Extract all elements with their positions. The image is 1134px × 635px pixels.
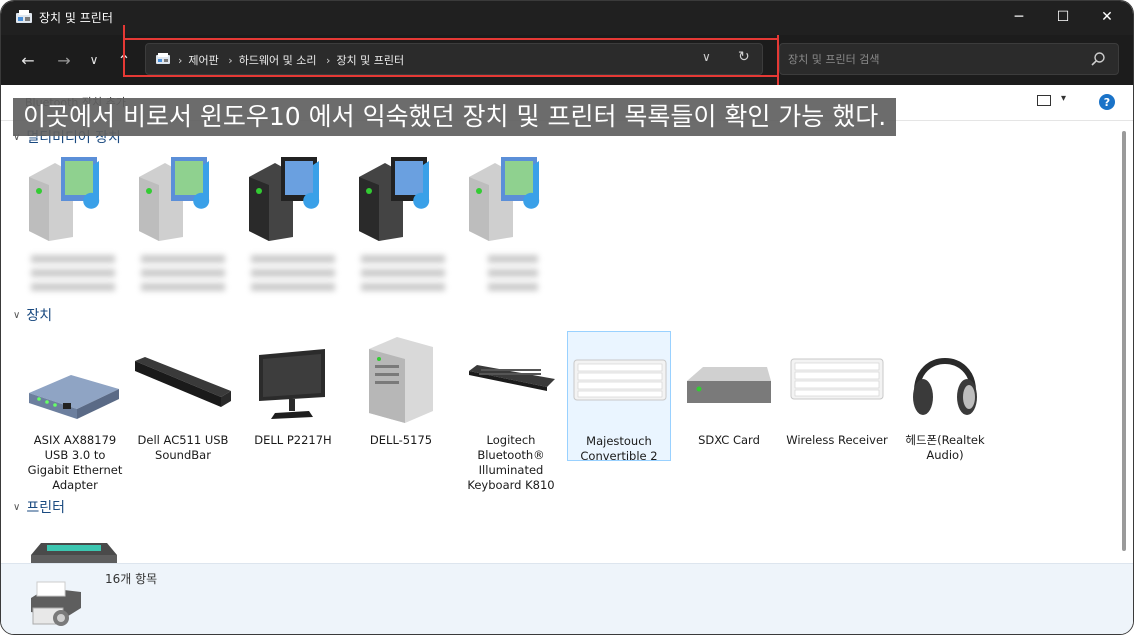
device-dell-5175[interactable]: DELL-5175 (349, 331, 453, 448)
back-button[interactable]: ← (17, 49, 39, 71)
forward-button[interactable]: → (53, 49, 75, 71)
breadcrumb-separator: › (228, 54, 233, 67)
device-asix-adapter[interactable]: ASIX AX88179 USB 3.0 to Gigabit Ethernet… (23, 331, 127, 493)
multimedia-device[interactable] (241, 155, 345, 295)
device-sdxc-card[interactable]: SDXC Card (677, 331, 781, 448)
device-list: ∨ 멀티미디어 장치 ∨ 장치 ASIX AX88179 USB 3.0 to … (1, 121, 1114, 563)
keyboard-icon (573, 359, 667, 401)
scrollbar-thumb[interactable] (1122, 131, 1126, 551)
group-header-printers[interactable]: ∨ 프린터 (13, 497, 65, 517)
search-box[interactable] (779, 43, 1119, 75)
view-options-icon[interactable] (1037, 95, 1051, 106)
media-server-icon (249, 157, 320, 241)
printer-icon (31, 543, 117, 563)
network-adapter-icon (29, 375, 119, 419)
device-majestouch-keyboard[interactable]: Majestouch Convertible 2 (567, 331, 671, 463)
multimedia-device[interactable] (351, 155, 455, 295)
device-label: Dell AC511 USB SoundBar (137, 433, 229, 462)
device-label: Logitech Bluetooth® Illuminated Keyboard… (467, 433, 555, 492)
multimedia-device[interactable] (21, 155, 125, 295)
breadcrumb-devices-printers[interactable]: 장치 및 프린터 (336, 54, 404, 67)
breadcrumb-hardware-sound[interactable]: 하드웨어 및 소리 (239, 54, 317, 67)
headphones-icon (913, 358, 977, 415)
close-button[interactable]: ✕ (1085, 1, 1129, 33)
search-icon[interactable] (1090, 51, 1106, 67)
help-button[interactable]: ? (1099, 94, 1115, 110)
view-dropdown-icon[interactable]: ▾ (1061, 93, 1066, 104)
device-label: SDXC Card (698, 433, 760, 447)
device-label: ASIX AX88179 USB 3.0 to Gigabit Ethernet… (27, 433, 123, 492)
device-headphones[interactable]: 헤드폰(Realtek Audio) (893, 331, 997, 463)
navigation-bar: ← → ∨ ↑ ›제어판 ›하드웨어 및 소리 ›장치 및 프린터 ∨ ↻ (1, 35, 1133, 85)
device-label: Majestouch Convertible 2 (580, 434, 658, 463)
chevron-down-icon: ∨ (13, 501, 21, 513)
multimedia-device[interactable] (461, 155, 565, 295)
soundbar-icon (135, 357, 231, 407)
refresh-icon[interactable]: ↻ (738, 49, 750, 65)
annotation-caption: 이곳에서 비로서 윈도우10 에서 익숙했던 장치 및 프린터 목록들이 확인 … (13, 98, 897, 136)
multimedia-device[interactable] (131, 155, 235, 295)
keyboard-icon (469, 365, 555, 391)
breadcrumb-control-panel[interactable]: 제어판 (188, 54, 218, 67)
breadcrumb: › 제어판 › 하드웨어 및 소리 › 장치 및 프린터 (178, 52, 410, 68)
item-count: 16개 항목 (105, 572, 158, 586)
device-label: DELL P2217H (254, 433, 332, 447)
media-server-icon (139, 157, 210, 241)
devices-printers-icon (31, 581, 81, 626)
printer-item[interactable] (23, 525, 127, 563)
computer-tower-icon (369, 337, 433, 423)
device-dell-monitor[interactable]: DELL P2217H (241, 331, 345, 448)
address-dropdown-icon[interactable]: ∨ (702, 50, 711, 64)
device-label: 헤드폰(Realtek Audio) (905, 433, 985, 462)
monitor-icon (259, 349, 325, 419)
device-label: DELL-5175 (369, 433, 433, 447)
control-panel-icon (156, 53, 170, 64)
media-server-icon (469, 157, 540, 241)
card-reader-icon (687, 367, 771, 403)
window-title: 장치 및 프린터 (39, 11, 113, 25)
maximize-button[interactable]: ☐ (1041, 1, 1085, 33)
minimize-button[interactable]: ─ (997, 1, 1041, 33)
group-label: 장치 (26, 308, 53, 324)
blurred-label (31, 255, 115, 295)
title-bar: 장치 및 프린터 ─ ☐ ✕ (1, 1, 1133, 35)
device-logitech-keyboard[interactable]: Logitech Bluetooth® Illuminated Keyboard… (459, 331, 563, 493)
device-dell-soundbar[interactable]: Dell AC511 USB SoundBar (131, 331, 235, 463)
media-server-icon (359, 157, 430, 241)
blurred-label (488, 255, 538, 295)
blurred-label (141, 255, 225, 295)
annotation-line (123, 38, 779, 40)
address-bar[interactable]: › 제어판 › 하드웨어 및 소리 › 장치 및 프린터 ∨ ↻ (145, 43, 763, 75)
details-pane: 16개 항목 (1, 563, 1133, 634)
annotation-line (123, 25, 125, 77)
breadcrumb-separator: › (326, 54, 331, 67)
group-header-devices[interactable]: ∨ 장치 (13, 305, 52, 325)
blurred-label (361, 255, 445, 295)
search-input[interactable] (788, 51, 1078, 67)
media-server-icon (29, 157, 100, 241)
annotation-line (123, 75, 779, 77)
group-label: 프린터 (26, 500, 65, 516)
device-label: Wireless Receiver (786, 433, 888, 447)
breadcrumb-separator: › (178, 54, 183, 67)
device-wireless-receiver[interactable]: Wireless Receiver (785, 331, 889, 448)
vertical-scrollbar[interactable] (1114, 121, 1133, 563)
keyboard-icon (790, 358, 884, 400)
devices-and-printers-window: 장치 및 프린터 ─ ☐ ✕ ← → ∨ ↑ ›제어판 ›하드웨어 및 소리 ›… (0, 0, 1134, 635)
blurred-label (251, 255, 335, 295)
recent-locations-button[interactable]: ∨ (83, 49, 105, 71)
chevron-down-icon: ∨ (13, 309, 21, 321)
devices-printers-icon (16, 10, 32, 23)
